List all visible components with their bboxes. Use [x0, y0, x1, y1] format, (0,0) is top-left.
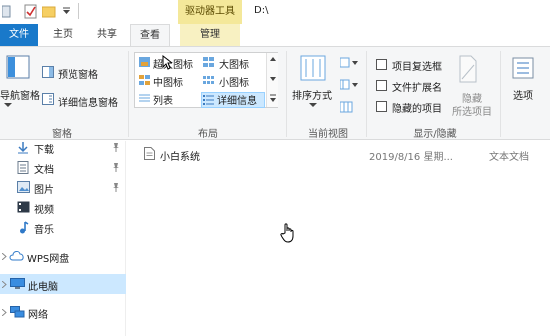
ribbon-tabs: 文件 主页 共享 查看 管理	[0, 24, 550, 46]
drive-tools-label: 驱动器工具	[178, 0, 242, 24]
tab-share[interactable]: 共享	[88, 24, 126, 46]
nav-item-label: 视频	[34, 205, 54, 216]
download-icon	[17, 142, 29, 154]
nav-item-downloads[interactable]: 下载	[0, 137, 126, 157]
music-icon	[17, 221, 29, 234]
nav-item-label: WPS网盘	[27, 254, 70, 265]
pin-icon[interactable]	[112, 163, 120, 172]
ribbon: 导航窗格 预览窗格 详细信息窗格 窗格 超大图标 大图标 中图标 小图标 列表	[0, 46, 550, 140]
video-icon	[17, 201, 30, 213]
layout-medium-icons[interactable]: 中图标	[153, 74, 183, 89]
tab-file[interactable]: 文件	[0, 24, 38, 46]
picture-icon	[17, 181, 30, 193]
nav-item-wps-cloud[interactable]: WPS网盘	[0, 246, 126, 266]
hidden-items-checkbox[interactable]	[376, 101, 387, 112]
group-separator	[128, 51, 129, 137]
navigation-pane-button[interactable]: 导航窗格	[0, 87, 40, 102]
layout-group-label: 布局	[198, 129, 218, 140]
current-view-group-label: 当前视图	[308, 129, 348, 140]
nav-item-label: 网络	[28, 310, 48, 321]
details-pane-icon[interactable]	[42, 93, 54, 105]
layout-large-icons[interactable]: 大图标	[219, 56, 249, 71]
nav-item-this-pc[interactable]: 此电脑	[0, 274, 126, 294]
tab-home[interactable]: 主页	[44, 24, 82, 46]
text-file-icon	[144, 147, 155, 160]
nav-item-network[interactable]: 网络	[0, 302, 126, 322]
layout-details[interactable]: 详细信息	[217, 92, 257, 107]
medium-icons-icon	[139, 75, 151, 86]
hide-selected-icon[interactable]	[458, 55, 478, 83]
title-bar: 驱动器工具 D:\	[0, 0, 550, 24]
item-checkboxes-label: 项目复选框	[392, 62, 442, 73]
group-separator	[366, 51, 367, 137]
hidden-items-label: 隐藏的项目	[392, 104, 442, 115]
nav-item-label: 下载	[34, 145, 54, 156]
pin-icon[interactable]	[112, 143, 120, 152]
file-extensions-label: 文件扩展名	[392, 83, 442, 94]
preview-pane-icon[interactable]	[42, 66, 54, 78]
chevron-down-icon	[309, 103, 317, 108]
nav-item-music[interactable]: 音乐	[0, 217, 126, 237]
layout-extra-large-icons[interactable]: 超大图标	[153, 56, 193, 71]
chevron-right-icon[interactable]	[2, 309, 7, 316]
window-title: D:\	[254, 5, 269, 16]
computer-icon	[10, 278, 25, 290]
options-button[interactable]: 选项	[513, 87, 533, 102]
details-pane-button[interactable]: 详细信息窗格	[58, 94, 118, 109]
hand-cursor-icon	[280, 223, 296, 243]
details-view-icon	[203, 94, 215, 105]
navigation-pane-icon[interactable]	[6, 55, 30, 79]
navigation-pane: 下载 文档 图片 视频 音乐 WPS网盘 此电脑 网络	[0, 141, 126, 336]
nav-item-label: 图片	[34, 185, 54, 196]
extra-large-icons-icon	[139, 57, 151, 68]
file-type: 文本文档	[489, 152, 529, 163]
large-icons-icon	[203, 57, 215, 68]
group-separator	[286, 51, 287, 137]
size-columns-icon[interactable]	[340, 101, 354, 113]
small-icons-icon	[203, 75, 215, 86]
network-icon	[10, 306, 25, 318]
show-hide-group-label: 显示/隐藏	[413, 129, 457, 140]
file-list: 小白系统 2019/8/16 星期... 文本文档	[126, 141, 550, 336]
group-separator	[500, 51, 501, 137]
new-folder-icon[interactable]	[42, 4, 56, 18]
toolbar-separator	[78, 3, 79, 19]
customize-toolbar-icon[interactable]	[62, 7, 72, 15]
file-name: 小白系统	[160, 152, 200, 163]
chevron-right-icon[interactable]	[2, 281, 7, 288]
document-icon	[17, 161, 29, 174]
nav-item-label: 文档	[34, 165, 54, 176]
arrow-cursor-icon	[162, 55, 172, 70]
properties-icon[interactable]	[24, 4, 38, 19]
pin-icon[interactable]	[112, 183, 120, 192]
file-date: 2019/8/16 星期...	[369, 152, 453, 163]
chevron-right-icon[interactable]	[2, 253, 7, 260]
list-icon	[139, 93, 151, 104]
item-checkboxes-checkbox[interactable]	[376, 59, 387, 70]
file-row[interactable]: 小白系统 2019/8/16 星期... 文本文档	[140, 143, 550, 165]
file-extensions-checkbox[interactable]	[376, 80, 387, 91]
layout-gallery[interactable]: 超大图标 大图标 中图标 小图标 列表 详细信息	[134, 52, 278, 108]
nav-item-pictures[interactable]: 图片	[0, 177, 126, 197]
nav-item-documents[interactable]: 文档	[0, 157, 126, 177]
sort-by-icon[interactable]	[300, 55, 326, 81]
layout-list[interactable]: 列表	[153, 92, 173, 107]
nav-item-label: 此电脑	[28, 282, 58, 293]
add-columns-icon[interactable]	[340, 79, 360, 91]
tab-view[interactable]: 查看	[130, 24, 170, 46]
layout-small-icons[interactable]: 小图标	[219, 74, 249, 89]
nav-item-videos[interactable]: 视频	[0, 197, 126, 217]
sort-by-button[interactable]: 排序方式	[292, 87, 332, 102]
nav-item-label: 音乐	[34, 225, 54, 236]
preview-pane-button[interactable]: 预览窗格	[58, 66, 98, 81]
options-icon[interactable]	[512, 57, 534, 79]
group-by-icon[interactable]	[340, 57, 360, 69]
cloud-icon	[9, 250, 25, 261]
quick-access-icon[interactable]	[2, 5, 12, 19]
hide-selected-label: 所选项目	[452, 107, 492, 118]
layout-gallery-scrollbar[interactable]	[266, 53, 278, 107]
tab-manage[interactable]: 管理	[180, 24, 240, 46]
chevron-down-icon	[4, 103, 12, 108]
